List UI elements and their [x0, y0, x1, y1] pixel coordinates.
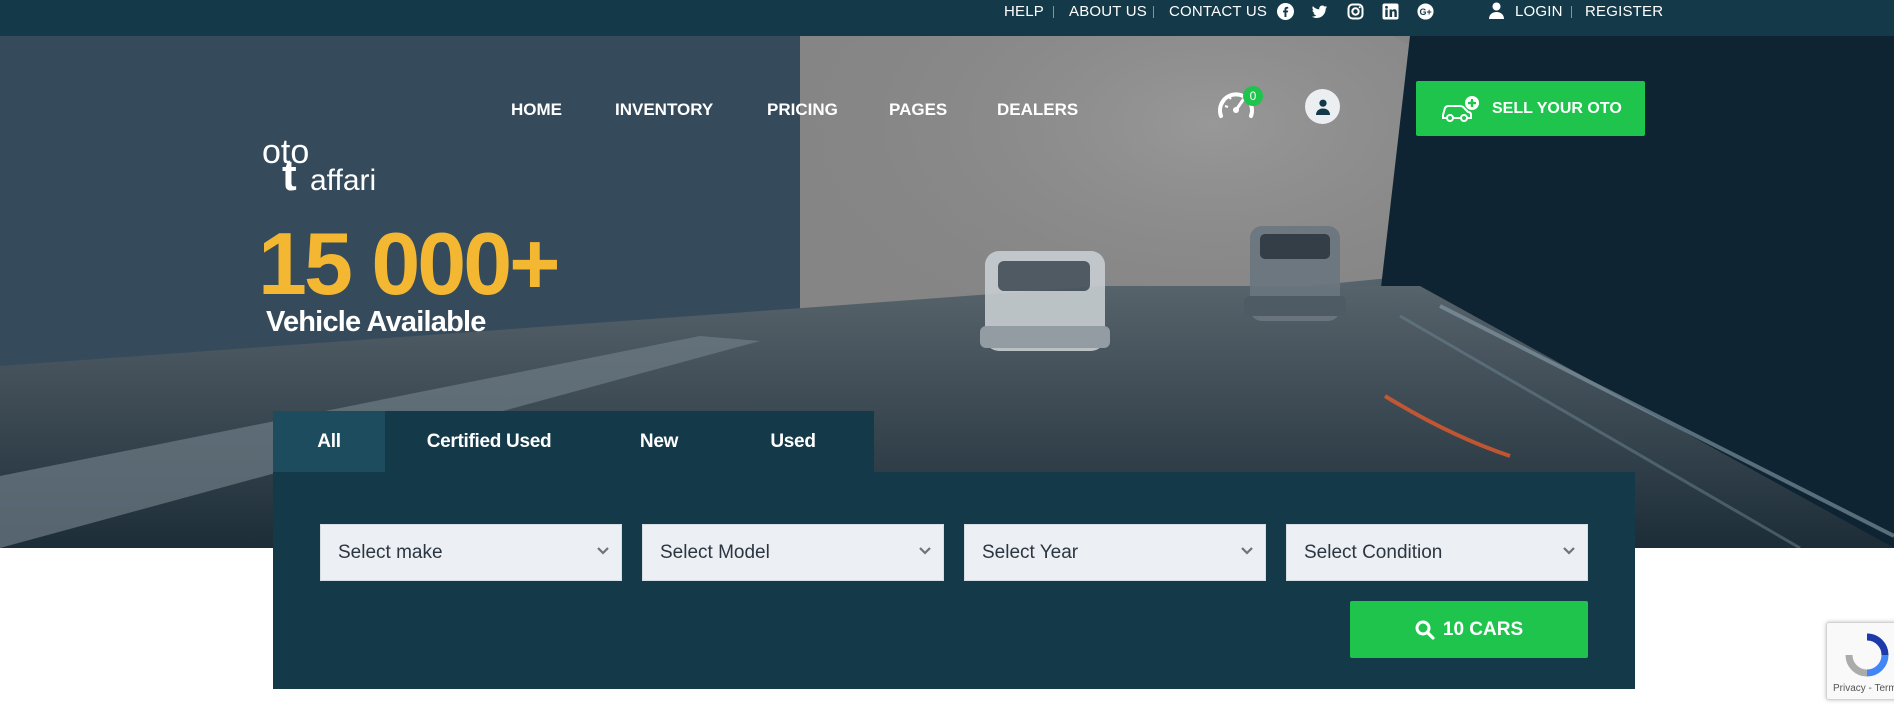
- login-link[interactable]: LOGIN: [1515, 0, 1563, 24]
- select-make-value: Select make: [338, 542, 443, 563]
- recaptcha-badge[interactable]: Privacy - Terms: [1826, 622, 1894, 700]
- help-link[interactable]: HELP: [1004, 0, 1044, 24]
- select-condition-dropdown[interactable]: Select Condition: [1286, 524, 1588, 581]
- condition-tabs: All Certified Used New Used: [273, 411, 874, 472]
- account-button[interactable]: [1305, 89, 1340, 124]
- sell-button-label: SELL YOUR OTO: [1492, 99, 1622, 117]
- compare-count-badge: 0: [1243, 86, 1263, 106]
- tab-all[interactable]: All: [273, 411, 385, 472]
- search-panel: Select make Select Model Select Year Sel…: [273, 472, 1635, 689]
- select-model-value: Select Model: [660, 542, 770, 563]
- divider: [1053, 6, 1054, 18]
- select-year-dropdown[interactable]: Select Year: [964, 524, 1266, 581]
- logo-text-bottom: affari: [310, 164, 376, 196]
- search-icon: [1415, 620, 1435, 640]
- site-logo[interactable]: oto t affari: [262, 126, 402, 200]
- top-bar: HELP ABOUT US CONTACT US G+ LOGIN REGIST…: [0, 0, 1894, 36]
- recaptcha-icon: [1845, 633, 1889, 677]
- user-icon: [1488, 2, 1505, 19]
- sell-your-oto-button[interactable]: SELL YOUR OTO: [1416, 81, 1645, 136]
- google-plus-icon[interactable]: G+: [1417, 3, 1434, 20]
- nav-pages[interactable]: PAGES: [889, 100, 947, 120]
- nav-pricing[interactable]: PRICING: [767, 100, 838, 120]
- search-button-label: 10 CARS: [1442, 618, 1524, 640]
- select-model-dropdown[interactable]: Select Model: [642, 524, 944, 581]
- chevron-down-icon: [597, 547, 609, 555]
- nav-inventory[interactable]: INVENTORY: [615, 100, 713, 120]
- facebook-icon[interactable]: [1277, 3, 1294, 20]
- select-year-value: Select Year: [982, 542, 1079, 563]
- car-plus-icon: [1442, 95, 1479, 122]
- user-icon: [1315, 99, 1330, 115]
- tab-used[interactable]: Used: [755, 411, 831, 472]
- select-make-dropdown[interactable]: Select make: [320, 524, 622, 581]
- vehicle-count: 15 000+: [258, 214, 561, 313]
- divider: [1571, 6, 1572, 18]
- select-condition-value: Select Condition: [1304, 542, 1443, 563]
- logo-letter: t: [282, 151, 297, 196]
- vehicle-count-subtitle: Vehicle Available: [266, 306, 486, 338]
- nav-home[interactable]: HOME: [511, 100, 562, 120]
- about-us-link[interactable]: ABOUT US: [1069, 0, 1147, 24]
- twitter-icon[interactable]: [1311, 3, 1328, 20]
- nav-dealers[interactable]: DEALERS: [997, 100, 1078, 120]
- instagram-icon[interactable]: [1347, 3, 1364, 20]
- tab-new[interactable]: New: [619, 411, 699, 472]
- divider: [1153, 6, 1154, 18]
- tab-certified-used[interactable]: Certified Used: [402, 411, 576, 472]
- recaptcha-terms[interactable]: Privacy - Terms: [1833, 683, 1894, 694]
- linkedin-icon[interactable]: [1382, 3, 1399, 20]
- contact-us-link[interactable]: CONTACT US: [1169, 0, 1267, 24]
- chevron-down-icon: [1241, 547, 1253, 555]
- chevron-down-icon: [1563, 547, 1575, 555]
- chevron-down-icon: [919, 547, 931, 555]
- register-link[interactable]: REGISTER: [1585, 0, 1663, 24]
- search-cars-button[interactable]: 10 CARS: [1350, 601, 1588, 658]
- svg-text:G+: G+: [1420, 7, 1432, 17]
